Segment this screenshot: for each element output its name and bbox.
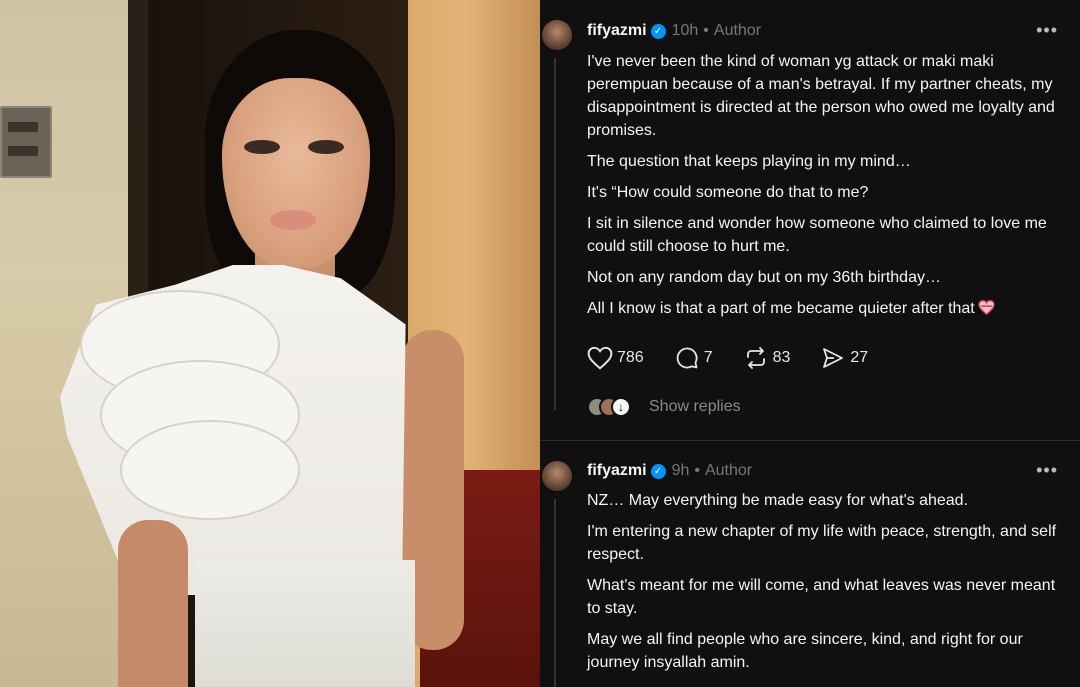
- post-paragraph-text: All I know is that a part of me became q…: [587, 300, 975, 317]
- avatar[interactable]: [542, 20, 572, 50]
- comment-icon: [676, 347, 698, 369]
- post-body: NZ… May everything be made easy for what…: [587, 489, 1067, 682]
- photo-ruffle: [120, 420, 300, 520]
- post-header: fifyazmi ✓ 9h • Author: [587, 460, 752, 482]
- post-time: 10h: [671, 22, 699, 39]
- comment-count: 7: [703, 349, 713, 366]
- photo-eye-left: [244, 140, 280, 154]
- more-icon[interactable]: •••: [1036, 20, 1058, 41]
- comment-button[interactable]: 7: [674, 346, 713, 370]
- post-body: I've never been the kind of woman yg att…: [587, 50, 1067, 328]
- threads-panel: fifyazmi ✓ 10h • Author ••• I've never b…: [540, 0, 1080, 687]
- photo-lips: [270, 210, 316, 230]
- profile-photo: [0, 0, 540, 687]
- username[interactable]: fifyazmi: [587, 462, 647, 480]
- show-replies-link[interactable]: Show replies: [649, 398, 741, 416]
- share-button[interactable]: 27: [820, 346, 868, 370]
- heart-icon: [587, 346, 613, 370]
- repost-button[interactable]: 83: [743, 346, 791, 370]
- photo-wall-panel: [0, 106, 52, 178]
- share-count: 27: [850, 349, 869, 366]
- thread-line: [554, 58, 556, 410]
- repost-count: 83: [772, 349, 791, 366]
- more-icon[interactable]: •••: [1036, 460, 1058, 481]
- like-button[interactable]: 786: [587, 346, 644, 370]
- post-paragraph: NZ… May everything be made easy for what…: [587, 492, 969, 509]
- avatar[interactable]: [542, 461, 572, 491]
- post-paragraph: Not on any random day but on my 36th bir…: [587, 269, 941, 286]
- verified-badge-icon: ✓: [650, 463, 666, 479]
- verified-badge-icon: ✓: [650, 23, 666, 39]
- post-paragraph: I sit in silence and wonder how someone …: [587, 215, 1047, 255]
- share-icon: [823, 348, 844, 368]
- thread-line: [554, 499, 556, 687]
- author-label: Author: [713, 22, 762, 39]
- repost-icon: [746, 347, 765, 369]
- author-label: Author: [704, 462, 753, 479]
- post-paragraph: May we all find people who are sincere, …: [587, 631, 1023, 671]
- like-count: 786: [617, 349, 644, 366]
- dot-separator: •: [703, 22, 709, 39]
- dot-separator: •: [694, 462, 700, 479]
- photo-eye-right: [308, 140, 344, 154]
- photo-arm-left: [118, 520, 188, 687]
- chevron-down-icon: ↓: [611, 397, 631, 417]
- post-paragraph: I'm entering a new chapter of my life wi…: [587, 523, 1057, 563]
- thread-post: fifyazmi ✓ 10h • Author ••• I've never b…: [540, 0, 1080, 440]
- post-actions: 786 7 83 27: [587, 346, 898, 370]
- show-replies-row[interactable]: ↓ Show replies: [587, 397, 741, 417]
- username[interactable]: fifyazmi: [587, 22, 647, 40]
- photo-face: [222, 78, 370, 268]
- post-paragraph: The question that keeps playing in my mi…: [587, 153, 911, 170]
- post-paragraph: What's meant for me will come, and what …: [587, 577, 1056, 617]
- post-paragraph: It's “How could someone do that to me?: [587, 184, 869, 201]
- post-paragraph: I've never been the kind of woman yg att…: [587, 53, 1055, 139]
- heart-emoji-icon: [978, 300, 995, 315]
- thread-post: fifyazmi ✓ 9h • Author ••• NZ… May every…: [540, 440, 1080, 687]
- post-paragraph-last: All I know is that a part of me became q…: [587, 297, 1067, 320]
- post-time: 9h: [671, 462, 690, 479]
- photo-white-pants: [195, 560, 415, 687]
- post-header: fifyazmi ✓ 10h • Author: [587, 20, 761, 42]
